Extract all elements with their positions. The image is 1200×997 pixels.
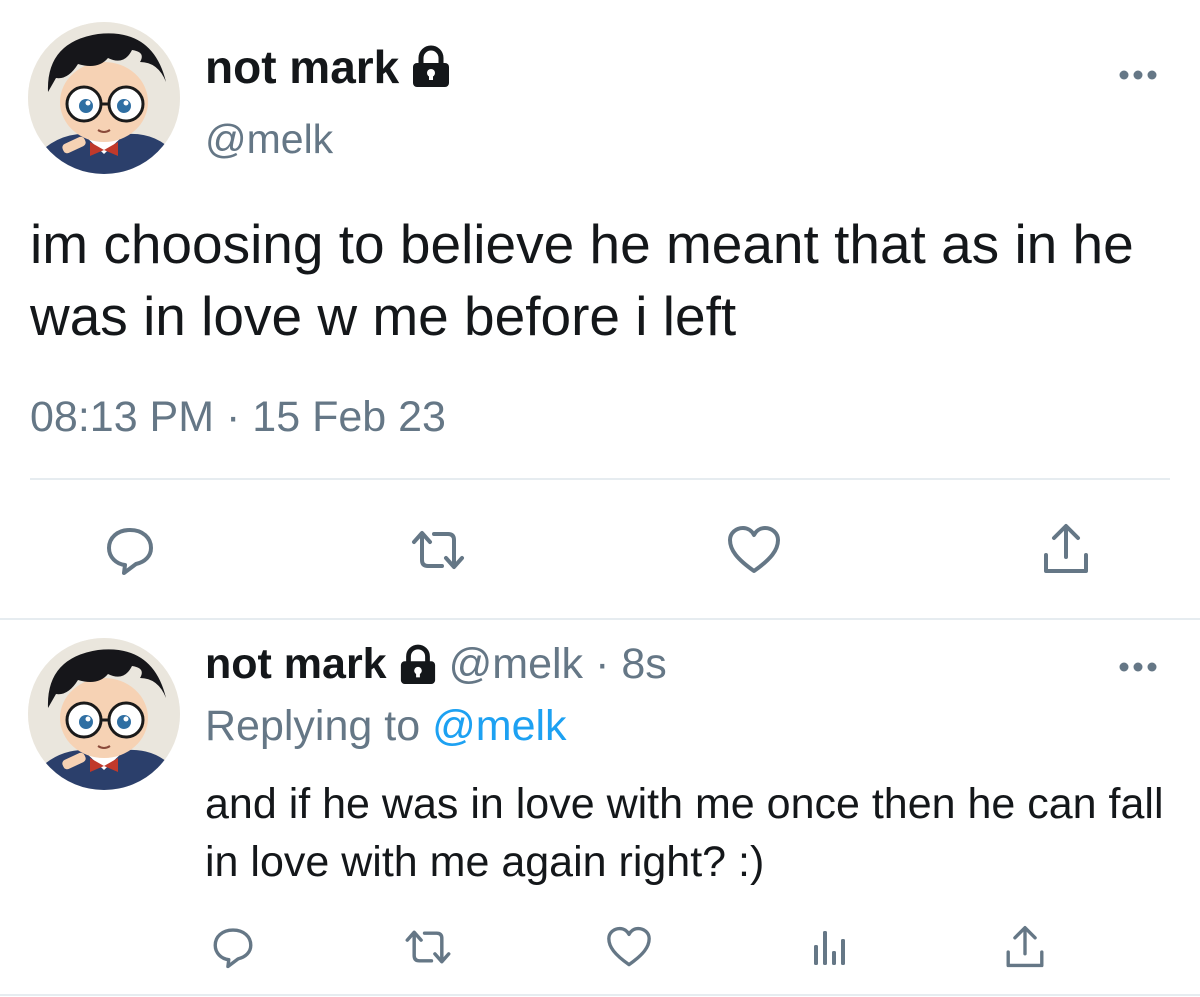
more-icon[interactable] [1118, 660, 1158, 672]
reply-header: not mark @melk · 8s [205, 640, 667, 689]
main-display-name-row: not mark [205, 40, 451, 94]
replying-to: Replying to @melk [205, 702, 567, 751]
mention-link[interactable]: @melk [432, 702, 566, 750]
tweet-timestamp[interactable]: 08:13 PM · 15 Feb 23 [30, 393, 446, 442]
tweet-time: 08:13 PM [30, 393, 215, 441]
reply-button[interactable] [208, 922, 258, 972]
lock-icon [411, 45, 451, 89]
replying-to-label: Replying to [205, 702, 421, 750]
lock-icon [399, 644, 437, 686]
heart-icon [606, 926, 652, 968]
more-icon[interactable] [1118, 68, 1158, 80]
tweet-age[interactable]: 8s [621, 640, 666, 689]
like-button[interactable] [604, 922, 654, 972]
share-button[interactable] [1000, 920, 1050, 974]
reply-icon [104, 524, 156, 576]
retweet-icon [408, 528, 468, 572]
meta-separator: · [226, 393, 241, 441]
reply-icon [211, 925, 255, 969]
divider [0, 994, 1200, 996]
display-name[interactable]: not mark [205, 40, 399, 94]
avatar[interactable] [28, 638, 180, 790]
share-icon [1041, 521, 1091, 577]
analytics-button[interactable] [804, 922, 854, 972]
handle[interactable]: @melk [449, 640, 583, 689]
reply-button[interactable] [100, 520, 160, 580]
divider [30, 478, 1170, 480]
divider [0, 618, 1200, 620]
display-name[interactable]: not mark [205, 640, 387, 689]
like-button[interactable] [724, 520, 784, 580]
share-button[interactable] [1036, 518, 1096, 580]
avatar[interactable] [28, 22, 180, 174]
tweet-text: and if he was in love with me once then … [205, 780, 1164, 886]
retweet-button[interactable] [408, 520, 468, 580]
retweet-icon [402, 928, 454, 966]
analytics-icon [811, 927, 847, 967]
retweet-button[interactable] [400, 922, 456, 972]
meta-separator: · [595, 640, 610, 688]
share-icon [1004, 923, 1046, 971]
tweet-date: 15 Feb 23 [252, 393, 446, 441]
heart-icon [727, 525, 781, 575]
tweet-text: im choosing to believe he meant that as … [30, 213, 1134, 347]
handle[interactable]: @melk [205, 116, 333, 163]
